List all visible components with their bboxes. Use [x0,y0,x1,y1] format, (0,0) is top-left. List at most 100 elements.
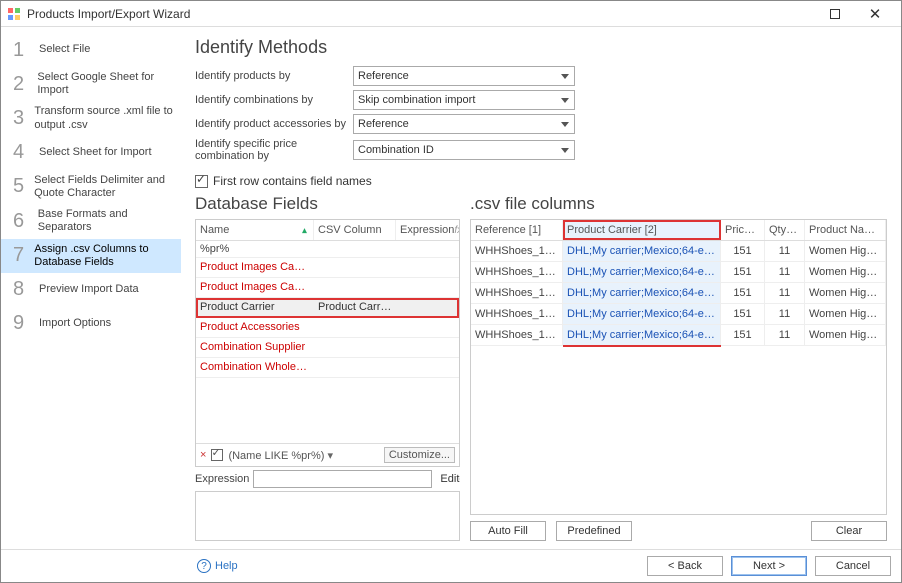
identify-label: Identify products by [195,70,353,82]
wizard-step-7[interactable]: 7Assign .csv Columns to Database Fields [1,239,181,273]
csv-col-product-carrier[interactable]: Product Carrier [2] [563,220,721,240]
expression-preview [195,491,460,541]
predefined-button[interactable]: Predefined [556,521,632,541]
identify-label: Identify combinations by [195,94,353,106]
csv-col-qty[interactable]: Qty [4] [765,220,805,240]
identify-select[interactable]: Reference [353,114,575,134]
csv-cell-reference: WHHShoes_10cm_12 [471,262,563,282]
csv-row[interactable]: WHHShoes_10cm_12DHL;My carrier;Mexico;64… [471,262,886,283]
step-number: 4 [13,141,29,164]
wizard-step-4[interactable]: 4 Select Sheet for Import [1,136,181,170]
db-col-csv[interactable]: CSV Column [314,220,396,240]
db-cell-exp [396,358,459,377]
db-cell-name: Product Images Caption [196,258,314,277]
csv-cell-reference: WHHShoes_10cm_13 [471,283,563,303]
window-title: Products Import/Export Wizard [27,7,815,21]
filter-expression[interactable]: (Name LIKE %pr%) [228,449,378,462]
db-cell-exp [396,318,459,337]
clear-button[interactable]: Clear [811,521,887,541]
wizard-step-8[interactable]: 8Preview Import Data [1,273,181,307]
wizard-step-3[interactable]: 3Transform source .xml file to output .c… [1,101,181,135]
main-panel: Identify Methods Identify products byRef… [181,27,901,549]
db-cell-csv [314,318,396,337]
csv-grid[interactable]: Reference [1] Product Carrier [2] Price … [470,219,887,515]
checkbox-icon[interactable] [195,175,208,188]
db-fields-heading: Database Fields [195,194,460,214]
db-row[interactable]: Combination Wholesale [196,358,459,378]
cancel-button[interactable]: Cancel [815,556,891,576]
csv-cell-carrier: DHL;My carrier;Mexico;64-express [563,304,721,324]
csv-col-price[interactable]: Price [3] [721,220,765,240]
identify-select[interactable]: Combination ID [353,140,575,160]
csv-cell-price: 151 [721,262,765,282]
db-cell-name: Product Images Caption [196,278,314,297]
back-button[interactable]: < Back [647,556,723,576]
identify-row: Identify specific price combination byCo… [195,138,887,162]
fx-icon: fx [454,225,460,236]
step-label: Import Options [39,317,111,330]
csv-cell-name: Women High Heel [805,283,886,303]
db-col-exp[interactable]: Expressionfx [396,220,460,240]
db-row[interactable]: Product Images Caption [196,258,459,278]
next-button[interactable]: Next > [731,556,807,576]
db-cell-csv [314,338,396,357]
db-cell-exp [396,258,459,277]
db-row[interactable]: Product CarrierProduct Carrier [2] [196,298,459,318]
csv-row[interactable]: WHHShoes_10cm_15DHL;My carrier;Mexico;64… [471,325,886,346]
step-label: Base Formats and Separators [38,208,173,234]
identify-row: Identify combinations bySkip combination… [195,90,887,110]
db-cell-name: Product Accessories [196,318,314,337]
step-number: 7 [13,244,24,267]
csv-cell-name: Women High Heel [805,262,886,282]
expression-input[interactable] [253,470,432,488]
app-icon [7,7,21,21]
wizard-step-9[interactable]: 9 Import Options [1,307,181,341]
db-filter-value[interactable]: %pr% [196,241,459,258]
csv-columns-heading: .csv file columns [470,194,887,214]
step-number: 8 [13,278,29,301]
csv-cell-price: 151 [721,283,765,303]
identify-label: Identify specific price combination by [195,138,353,162]
db-row[interactable]: Combination Supplier [196,338,459,358]
step-label: Select Sheet for Import [39,146,152,159]
wizard-step-2[interactable]: 2Select Google Sheet for Import [1,67,181,101]
db-row[interactable]: Product Accessories [196,318,459,338]
wizard-step-5[interactable]: 5 Select Fields Delimiter and Quote Chara… [1,170,181,204]
csv-row[interactable]: WHHShoes_10cm_14DHL;My carrier;Mexico;64… [471,304,886,325]
identify-select[interactable]: Reference [353,66,575,86]
db-cell-csv [314,358,396,377]
autofill-button[interactable]: Auto Fill [470,521,546,541]
step-number: 6 [13,210,28,233]
filter-icon[interactable]: ▾ [302,225,307,236]
csv-col-reference[interactable]: Reference [1] [471,220,563,240]
identify-select[interactable]: Skip combination import [353,90,575,110]
step-number: 9 [13,312,29,335]
window-maximize-button[interactable] [815,2,855,26]
window-close-button[interactable]: ✕ [855,2,895,26]
db-col-name[interactable]: Name▾ [196,220,314,240]
identify-row: Identify product accessories byReference [195,114,887,134]
step-label: Select Google Sheet for Import [37,71,173,97]
wizard-step-6[interactable]: 6 Base Formats and Separators [1,204,181,238]
csv-cell-qty: 11 [765,241,805,261]
db-fields-grid[interactable]: Name▾ CSV Column Expressionfx %pr% Produ… [195,219,460,467]
first-row-checkbox-row[interactable]: First row contains field names [195,174,887,188]
csv-col-product-name[interactable]: Product Name [5] [805,220,886,240]
csv-row[interactable]: WHHShoes_10cm_13DHL;My carrier;Mexico;64… [471,283,886,304]
csv-cell-qty: 11 [765,262,805,282]
csv-cell-carrier: DHL;My carrier;Mexico;64-express [563,241,721,261]
filter-enable-checkbox[interactable] [211,449,223,461]
customize-button[interactable]: Customize... [384,447,455,463]
clear-filter-icon[interactable]: × [200,449,206,461]
footer: ? Help < Back Next > Cancel [1,549,901,582]
csv-row[interactable]: WHHShoes_10cm_1DHL;My carrier;Mexico;64-… [471,241,886,262]
step-label: Select Fields Delimiter and Quote Charac… [34,174,173,200]
editor-link[interactable]: Editor [440,473,460,485]
wizard-step-1[interactable]: 1Select File [1,33,181,67]
csv-cell-name: Women High Heel [805,304,886,324]
db-cell-csv: Product Carrier [2] [314,298,396,317]
step-number: 5 [13,175,24,198]
db-row[interactable]: Product Images Caption [196,278,459,298]
help-link[interactable]: ? Help [197,559,238,573]
db-cell-exp [396,338,459,357]
